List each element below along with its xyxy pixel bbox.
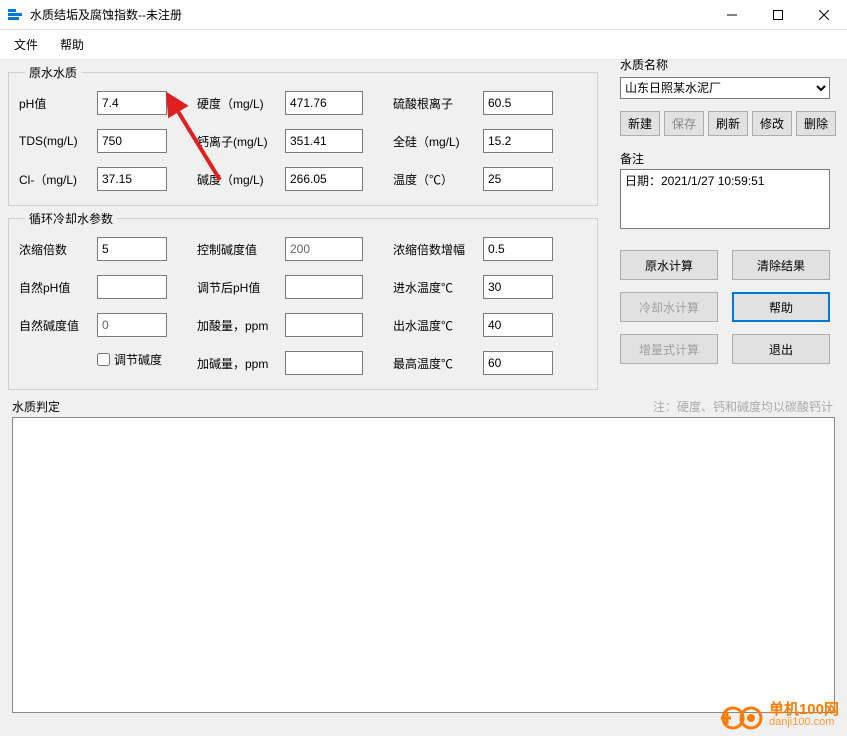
tout-input[interactable] — [483, 313, 553, 337]
si-label: 全硅（mg/L) — [393, 133, 483, 150]
exit-button[interactable]: 退出 — [732, 334, 830, 364]
base-label: 加碱量，ppm — [197, 355, 285, 372]
adjalk-label: 调节碱度 — [114, 351, 162, 368]
tout-label: 出水温度℃ — [393, 317, 483, 334]
clear-result-button[interactable]: 清除结果 — [732, 250, 830, 280]
group-cooling-water: 循环冷却水参数 浓缩倍数 自然pH值 自然碱度值 调节碱度 控制碱度值 调节后p… — [8, 210, 598, 390]
remark-textarea[interactable] — [620, 169, 830, 229]
app-icon — [8, 9, 24, 21]
menu-help[interactable]: 帮助 — [56, 34, 88, 55]
remark-label: 备注 — [620, 150, 836, 167]
tmax-label: 最高温度℃ — [393, 355, 483, 372]
save-button[interactable]: 保存 — [664, 111, 704, 136]
natalk-input[interactable] — [97, 313, 167, 337]
so4-input[interactable] — [483, 91, 553, 115]
tin-label: 进水温度℃ — [393, 279, 483, 296]
judgment-output-box — [12, 417, 835, 713]
adjph-label: 调节后pH值 — [197, 279, 285, 296]
adjph-input[interactable] — [285, 275, 363, 299]
alk-input[interactable] — [285, 167, 363, 191]
watermark-line1: 单机100网 — [769, 702, 839, 717]
ph-label: pH值 — [19, 95, 97, 112]
ctlalk-label: 控制碱度值 — [197, 241, 285, 258]
ph-input[interactable] — [97, 91, 167, 115]
new-button[interactable]: 新建 — [620, 111, 660, 136]
group-raw-legend: 原水水质 — [25, 64, 81, 81]
water-name-select[interactable]: 山东日照某水泥厂 — [620, 77, 830, 99]
maximize-button[interactable] — [755, 0, 801, 30]
hardness-label: 硬度（mg/L) — [197, 95, 285, 112]
tds-label: TDS(mg/L) — [19, 134, 97, 148]
delete-button[interactable]: 删除 — [796, 111, 836, 136]
inc-calc-button[interactable]: 增量式计算 — [620, 334, 718, 364]
hardness-input[interactable] — [285, 91, 363, 115]
acid-input[interactable] — [285, 313, 363, 337]
help-button[interactable]: 帮助 — [732, 292, 830, 322]
so4-label: 硫酸根离子 — [393, 95, 483, 112]
watermark-line2: danji100.com — [769, 717, 839, 728]
water-name-label: 水质名称 — [620, 56, 836, 73]
conc-label: 浓缩倍数 — [19, 241, 97, 258]
temp-input[interactable] — [483, 167, 553, 191]
right-panel: 水质名称 山东日照某水泥厂 新建 保存 刷新 修改 删除 备注 原水计算 清除结… — [620, 56, 836, 364]
titlebar: 水质结垢及腐蚀指数--未注册 — [0, 0, 847, 30]
tds-input[interactable] — [97, 129, 167, 153]
watermark-logo-icon — [721, 700, 763, 730]
temp-label: 温度（℃） — [393, 171, 483, 188]
raw-calc-button[interactable]: 原水计算 — [620, 250, 718, 280]
refresh-button[interactable]: 刷新 — [708, 111, 748, 136]
tin-input[interactable] — [483, 275, 553, 299]
adjalk-checkbox[interactable] — [97, 353, 110, 366]
alk-label: 碱度（mg/L) — [197, 171, 285, 188]
window-title: 水质结垢及腐蚀指数--未注册 — [30, 6, 709, 23]
natalk-label: 自然碱度值 — [19, 317, 97, 334]
natph-label: 自然pH值 — [19, 279, 97, 296]
close-button[interactable] — [801, 0, 847, 30]
si-input[interactable] — [483, 129, 553, 153]
concinc-input[interactable] — [483, 237, 553, 261]
base-input[interactable] — [285, 351, 363, 375]
judgment-note: 注：硬度、钙和碱度均以碳酸钙计 — [653, 398, 833, 415]
ca-label: 钙离子(mg/L) — [197, 133, 285, 150]
judgment-section: 水质判定 注：硬度、钙和碱度均以碳酸钙计 — [8, 398, 839, 713]
conc-input[interactable] — [97, 237, 167, 261]
ca-input[interactable] — [285, 129, 363, 153]
modify-button[interactable]: 修改 — [752, 111, 792, 136]
tmax-input[interactable] — [483, 351, 553, 375]
watermark: 单机100网 danji100.com — [721, 700, 839, 730]
cool-calc-button[interactable]: 冷却水计算 — [620, 292, 718, 322]
menu-file[interactable]: 文件 — [10, 34, 42, 55]
group-cooling-legend: 循环冷却水参数 — [25, 210, 117, 227]
concinc-label: 浓缩倍数增幅 — [393, 241, 483, 258]
cl-input[interactable] — [97, 167, 167, 191]
ctlalk-input[interactable] — [285, 237, 363, 261]
minimize-button[interactable] — [709, 0, 755, 30]
judgment-label: 水质判定 — [12, 398, 60, 415]
acid-label: 加酸量，ppm — [197, 317, 285, 334]
group-raw-water: 原水水质 pH值 TDS(mg/L) Cl-（mg/L) 硬度（mg/L) 钙离… — [8, 64, 598, 206]
cl-label: Cl-（mg/L) — [19, 171, 97, 188]
natph-input[interactable] — [97, 275, 167, 299]
